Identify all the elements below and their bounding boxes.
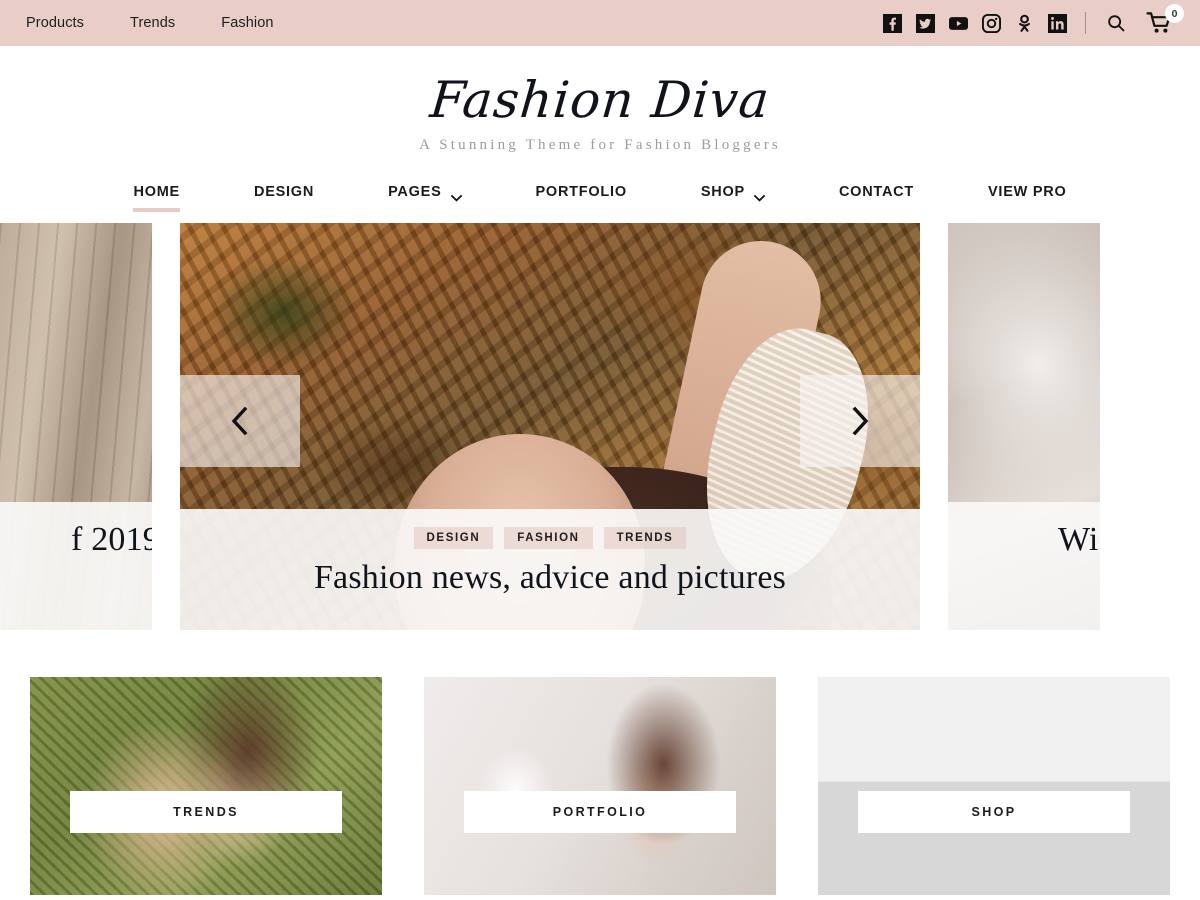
slide-next[interactable]: Wi xyxy=(948,222,1100,630)
featured-cards: TRENDS PORTFOLIO SHOP xyxy=(0,630,1200,895)
slide-categories: DESIGN FASHION TRENDS xyxy=(200,526,900,549)
card-label-shop[interactable]: SHOP xyxy=(858,790,1130,833)
nav-label-view-pro: VIEW PRO xyxy=(988,184,1067,200)
chevron-right-icon xyxy=(852,406,869,435)
nav-item-view-pro[interactable]: VIEW PRO xyxy=(951,175,1104,218)
odnoklassniki-icon[interactable] xyxy=(1015,14,1034,33)
card-trends[interactable]: TRENDS xyxy=(30,676,382,895)
card-label-text: PORTFOLIO xyxy=(552,804,648,819)
slider-prev-button[interactable] xyxy=(180,374,300,467)
cart-count-badge: 0 xyxy=(1165,4,1184,23)
card-label-portfolio[interactable]: PORTFOLIO xyxy=(464,790,736,833)
site-tagline: A Stunning Theme for Fashion Bloggers xyxy=(419,137,781,153)
top-bar-divider xyxy=(1085,12,1086,34)
nav-item-portfolio[interactable]: PORTFOLIO xyxy=(499,175,664,218)
cart-button[interactable]: 0 xyxy=(1146,4,1184,35)
slide-category-fashion[interactable]: FASHION xyxy=(504,526,593,549)
slide-category-trends[interactable]: TRENDS xyxy=(603,526,687,549)
facebook-icon[interactable] xyxy=(883,13,902,33)
card-portfolio[interactable]: PORTFOLIO xyxy=(424,676,776,895)
twitter-icon[interactable] xyxy=(916,13,935,33)
hero-slider: f 2019 DESIGN FASHION TRENDS Fashion new… xyxy=(0,222,1200,630)
site-title[interactable]: Fashion Diva xyxy=(0,71,1200,129)
card-label-text: TRENDS xyxy=(173,804,239,819)
linkedin-icon[interactable] xyxy=(1048,13,1067,33)
nav-label-contact: CONTACT xyxy=(838,184,915,200)
card-shop[interactable]: SHOP xyxy=(818,676,1170,895)
nav-label-home: HOME xyxy=(133,184,180,200)
slide-current[interactable]: DESIGN FASHION TRENDS Fashion news, advi… xyxy=(180,222,920,630)
main-navigation: HOME DESIGN PAGES PORTFOLIO SHOP CONTACT… xyxy=(0,175,1200,218)
card-image-lingerie-model xyxy=(424,676,776,895)
nav-item-contact[interactable]: CONTACT xyxy=(802,175,951,218)
top-bar: Products Trends Fashion 0 xyxy=(0,0,1200,46)
card-label-trends[interactable]: TRENDS xyxy=(70,790,342,833)
slide-caption: DESIGN FASHION TRENDS Fashion news, advi… xyxy=(180,508,920,630)
top-bar-actions: 0 xyxy=(883,4,1184,35)
card-image-group-of-shoppers xyxy=(818,676,1170,895)
card-label-text: SHOP xyxy=(971,804,1017,819)
top-nav-item-trends[interactable]: Trends xyxy=(130,16,175,31)
chevron-down-icon xyxy=(753,189,766,202)
slide-previous[interactable]: f 2019 xyxy=(0,222,152,630)
top-nav-item-fashion[interactable]: Fashion xyxy=(221,16,273,31)
nav-label-portfolio: PORTFOLIO xyxy=(535,184,627,200)
site-branding: Fashion Diva A Stunning Theme for Fashio… xyxy=(0,46,1200,154)
slide-category-design[interactable]: DESIGN xyxy=(413,526,494,549)
nav-item-shop[interactable]: SHOP xyxy=(664,175,802,218)
nav-item-pages[interactable]: PAGES xyxy=(351,175,498,218)
chevron-left-icon xyxy=(231,406,248,435)
instagram-icon[interactable] xyxy=(982,13,1001,33)
nav-label-pages: PAGES xyxy=(388,184,442,200)
slide-title: f 2019 xyxy=(70,520,152,558)
slide-caption: f 2019 xyxy=(0,501,152,630)
slide-title: Wi xyxy=(1058,520,1099,558)
slider-next-button[interactable] xyxy=(800,374,920,467)
chevron-down-icon xyxy=(450,189,462,202)
nav-item-design[interactable]: DESIGN xyxy=(217,175,351,218)
youtube-icon[interactable] xyxy=(949,14,968,33)
top-nav-item-products[interactable]: Products xyxy=(26,16,84,31)
nav-label-shop: SHOP xyxy=(700,184,745,200)
nav-item-home[interactable]: HOME xyxy=(96,175,217,218)
card-image-two-women-on-grass xyxy=(30,676,382,895)
nav-label-design: DESIGN xyxy=(253,184,315,200)
slide-title[interactable]: Fashion news, advice and pictures xyxy=(200,558,900,599)
search-icon[interactable] xyxy=(1106,13,1126,33)
slide-caption: Wi xyxy=(948,501,1100,630)
top-navigation: Products Trends Fashion xyxy=(26,16,274,31)
